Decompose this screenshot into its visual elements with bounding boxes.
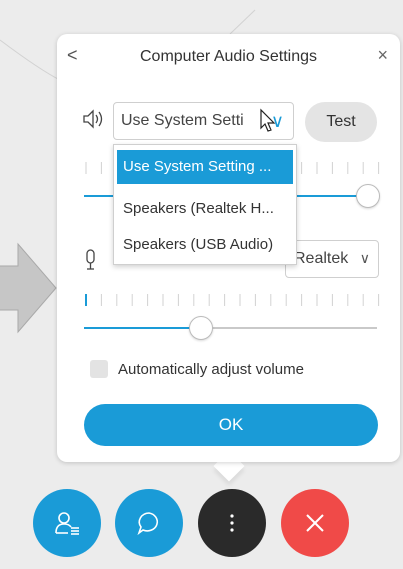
microphone-volume-slider[interactable] bbox=[189, 316, 214, 340]
ok-button[interactable]: OK bbox=[84, 404, 378, 446]
microphone-level-meter bbox=[85, 294, 380, 306]
dropdown-option-realtek[interactable]: Speakers (Realtek H... bbox=[117, 192, 293, 226]
chat-icon bbox=[137, 512, 159, 536]
pointer-arrow-icon bbox=[0, 242, 57, 334]
speaker-dropdown-menu: Use System Setting ... Speakers (Realtek… bbox=[113, 144, 297, 265]
microphone-select[interactable]: Realtek ∨ bbox=[285, 240, 379, 278]
microphone-icon bbox=[86, 249, 95, 270]
chat-button[interactable] bbox=[115, 489, 183, 557]
speaker-select-value: Use System Setti bbox=[121, 112, 244, 129]
dialog-title: Computer Audio Settings bbox=[140, 48, 317, 65]
end-call-icon bbox=[306, 514, 324, 532]
mouse-cursor-icon bbox=[260, 108, 276, 132]
speaker-icon bbox=[83, 109, 103, 129]
auto-adjust-label: Automatically adjust volume bbox=[118, 361, 304, 378]
auto-adjust-checkbox[interactable] bbox=[90, 360, 108, 378]
speaker-volume-slider[interactable] bbox=[356, 184, 381, 208]
participants-icon bbox=[55, 512, 79, 535]
microphone-volume-fill bbox=[84, 327, 202, 329]
participants-button[interactable] bbox=[33, 489, 101, 557]
microphone-select-value: Realtek bbox=[294, 250, 349, 267]
end-call-button[interactable] bbox=[281, 489, 349, 557]
more-options-button[interactable] bbox=[198, 489, 266, 557]
dropdown-option-usb-audio[interactable]: Speakers (USB Audio) bbox=[117, 228, 293, 262]
dropdown-option-system-setting[interactable]: Use System Setting ... bbox=[117, 150, 293, 184]
close-button[interactable]: × bbox=[377, 45, 388, 66]
chevron-down-icon: ∨ bbox=[359, 250, 370, 266]
more-options-icon bbox=[230, 514, 234, 532]
test-speaker-button[interactable]: Test bbox=[305, 102, 377, 142]
